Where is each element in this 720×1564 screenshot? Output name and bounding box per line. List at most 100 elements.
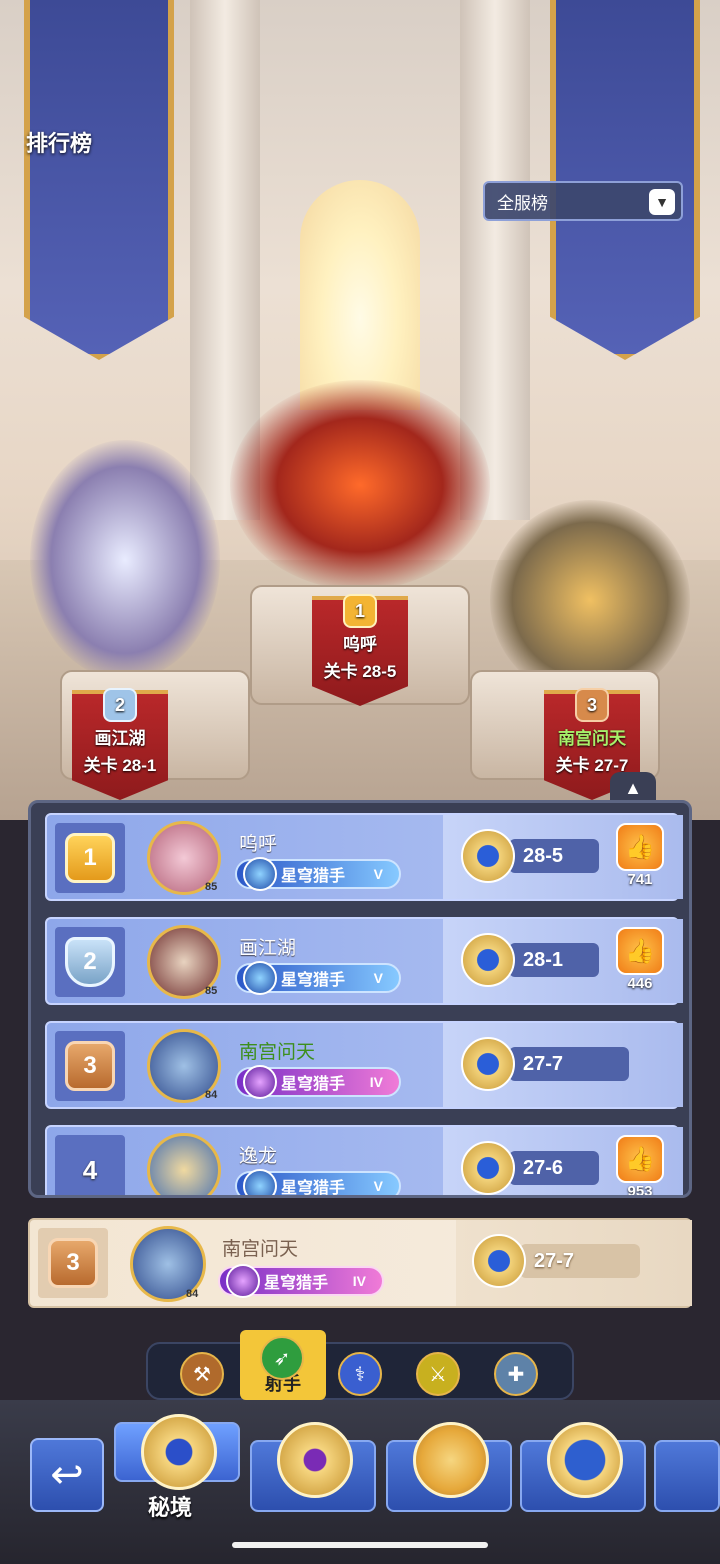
left-banner [24,0,174,360]
hunter-emblem-icon [243,1065,277,1099]
player-name: 呜呼 [239,834,278,855]
podium-entry-1[interactable]: 1 呜呼 关卡 28-5 [310,594,410,682]
class-filter-bar: 射手 ⚒ ➶ ⚕ ⚔ ✚ [146,1330,574,1400]
server-filter-select[interactable]: 全服榜 ▼ [483,181,683,221]
bottom-navigation [0,1400,720,1564]
stage-value-pill: 27-6 [509,1151,599,1185]
server-filter-label: 全服榜 [497,193,548,213]
table-row[interactable]: 4 逸龙 星穹猎手 V 27-6 👍 953 [45,1125,683,1198]
support-cross-icon[interactable]: ✚ [494,1352,538,1396]
like-count: 741 [627,871,653,888]
stage-eye-icon [472,1234,526,1288]
rank-cell: 3 [38,1228,108,1298]
assassin-blade-icon[interactable]: ⚔ [416,1352,460,1396]
stage-value: 27-7 [534,1249,575,1272]
like-button[interactable]: 👍 953 [613,1135,667,1198]
hero-rank-2[interactable] [30,440,220,680]
player-name: 画江湖 [239,938,297,959]
hunter-emblem-icon [243,1169,277,1195]
my-rank-row[interactable]: 3 84 南宫问天 星穹猎手 IV 27-7 [28,1218,692,1308]
stage-value-pill: 27-7 [520,1244,640,1278]
like-button[interactable]: 👍 741 [613,823,667,895]
hunter-emblem-icon [243,961,277,995]
hero-rank-1[interactable] [230,380,490,590]
stage-value-pill: 28-5 [509,839,599,873]
table-row[interactable]: 1 85 呜呼 星穹猎手 V 28-5 👍 741 [45,813,683,901]
rank-title-label: 星穹猎手 [264,1275,329,1292]
rank-cell: 3 [55,1031,125,1101]
nav-tab-3[interactable] [386,1422,512,1512]
bronze-medal-icon: 3 [48,1238,98,1288]
like-count: 953 [627,1183,653,1198]
rank-tier: V [373,866,383,882]
thumbs-up-icon: 👍 [616,823,664,871]
podium-entry-2[interactable]: 2 画江湖 关卡 28-1 [70,688,170,776]
stage-eye-icon [461,1141,515,1195]
podium-name: 画江湖 [94,729,146,748]
compass-star-icon [547,1422,623,1498]
mage-staff-icon[interactable]: ⚕ [338,1352,382,1396]
arch-window [300,180,420,410]
rank-title-badge: 星穹猎手 V [235,1169,401,1195]
player-name: 南宫问天 [239,1042,316,1063]
podium-name: 呜呼 [343,635,377,654]
table-row[interactable]: 3 84 南宫问天 星穹猎手 IV 27-7 [45,1021,683,1109]
silver-medal-icon: 2 [65,937,115,987]
player-level: 85 [205,881,218,893]
stage-value: 27-7 [523,1052,564,1075]
gold-medal-icon: 1 [65,833,115,883]
nav-tab-secret-realm[interactable] [114,1414,240,1490]
rank-title-label: 星穹猎手 [281,972,346,989]
thumbs-up-icon: 👍 [616,1135,664,1183]
rank-title-label: 星穹猎手 [281,868,346,885]
hunter-emblem-icon [243,857,277,891]
stage-section: 27-7 [456,1220,692,1306]
podium-stage: 关卡 28-1 [83,756,157,775]
rank-cell: 2 [55,927,125,997]
podium-name: 南宫问天 [558,729,626,748]
right-banner [550,0,700,360]
podium-scene: 2 画江湖 关卡 28-1 1 呜呼 关卡 28-5 3 南宫问天 关卡 27-… [0,0,720,820]
avatar[interactable] [147,1133,221,1195]
gold-medal-icon: 1 [343,594,377,628]
thumbs-up-icon: 👍 [616,927,664,975]
nav-tab-5[interactable] [654,1440,720,1512]
stage-value: 28-5 [523,844,564,867]
nav-tab-4[interactable] [520,1422,646,1512]
rank-tier: V [373,970,383,986]
back-arrow-icon: ↩ [50,1453,84,1497]
eye-rune-icon [277,1422,353,1498]
stage-eye-icon [461,933,515,987]
table-row[interactable]: 2 85 画江湖 星穹猎手 V 28-1 👍 446 [45,917,683,1005]
page-title: 排行榜 [26,131,93,156]
podium-stage: 关卡 28-5 [323,662,397,681]
player-level: 84 [186,1288,199,1300]
back-button[interactable]: ↩ [30,1438,104,1512]
chevron-down-icon: ▼ [649,189,675,215]
stage-eye-icon [461,1037,515,1091]
rank-number: 4 [82,1154,98,1185]
nav-active-label: 秘境 [148,1495,193,1520]
player-level: 84 [205,1089,218,1101]
player-name: 南宫问天 [222,1239,299,1260]
nav-tab-2[interactable] [250,1422,376,1512]
silver-medal-icon: 2 [103,688,137,722]
stage-eye-icon [461,829,515,883]
home-indicator [232,1542,488,1548]
rank-title-badge: 星穹猎手 V [235,857,401,891]
crown-icon [413,1422,489,1498]
leaderboard-list[interactable]: 1 85 呜呼 星穹猎手 V 28-5 👍 741 2 85 画江湖 星穹猎手 … [28,800,692,1198]
rank-tier: IV [369,1074,383,1090]
podium-entry-3[interactable]: 3 南宫问天 关卡 27-7 [542,688,642,776]
rank-cell: 1 [55,823,125,893]
warrior-axe-icon[interactable]: ⚒ [180,1352,224,1396]
hunter-emblem-icon [226,1264,260,1298]
rank-title-badge: 星穹猎手 IV [218,1264,384,1298]
archer-bow-icon[interactable]: ➶ [260,1336,304,1380]
player-level: 85 [205,985,218,997]
like-button[interactable]: 👍 446 [613,927,667,999]
rank-tier: V [373,1178,383,1194]
stage-value: 27-6 [523,1156,564,1179]
stage-value-pill: 28-1 [509,943,599,977]
stage-value: 28-1 [523,948,564,971]
